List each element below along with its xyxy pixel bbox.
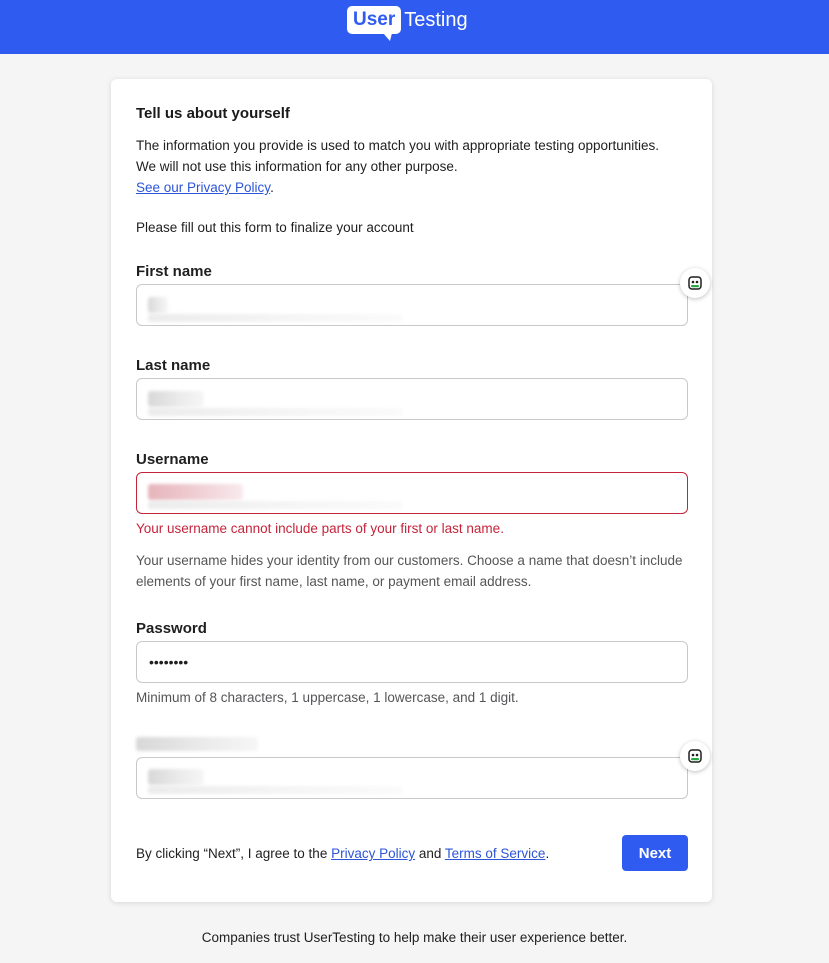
redacted-last-name-shadow <box>148 408 403 416</box>
signup-form-card: Tell us about yourself The information y… <box>111 79 712 902</box>
password-input[interactable] <box>136 641 688 683</box>
footer-tagline: Companies trust UserTesting to help make… <box>201 930 628 945</box>
username-help-text: Your username hides your identity from o… <box>136 553 683 589</box>
redacted-last-name <box>148 391 204 407</box>
agree-terms-link[interactable]: Terms of Service <box>445 846 546 861</box>
redacted-username-shadow <box>148 501 403 509</box>
password-help-text: Minimum of 8 characters, 1 uppercase, 1 … <box>136 690 519 705</box>
first-name-label: First name <box>136 263 212 280</box>
password-label: Password <box>136 620 207 637</box>
info-line-1: The information you provide is used to m… <box>136 138 660 153</box>
username-error-message: Your username cannot include parts of yo… <box>136 521 504 536</box>
username-label: Username <box>136 451 209 468</box>
privacy-line: See our Privacy Policy. <box>136 177 696 198</box>
fill-out-instruction: Please fill out this form to finalize yo… <box>136 220 414 235</box>
form-info-text: The information you provide is used to m… <box>136 135 696 198</box>
bot-face-icon <box>688 276 702 290</box>
agreement-text: By clicking “Next”, I agree to the Priva… <box>136 846 549 861</box>
agree-suffix: . <box>545 846 550 861</box>
top-header-bar: User Testing <box>0 0 829 54</box>
redacted-first-name <box>148 297 168 313</box>
agree-and: and <box>415 846 445 861</box>
assistant-bot-icon[interactable] <box>680 268 710 298</box>
form-heading: Tell us about yourself <box>136 105 290 122</box>
logo-user-badge: User <box>347 6 402 41</box>
next-button[interactable]: Next <box>622 835 688 871</box>
privacy-suffix: . <box>270 180 274 195</box>
bot-face-icon <box>688 749 702 763</box>
logo-testing-text: Testing <box>404 9 468 31</box>
info-line-2: We will not use this information for any… <box>136 159 458 174</box>
usertesting-logo[interactable]: User Testing <box>347 5 468 41</box>
redacted-username <box>148 484 243 500</box>
redacted-zip-shadow <box>148 786 403 794</box>
privacy-policy-link[interactable]: See our Privacy Policy <box>136 180 270 195</box>
assistant-bot-icon[interactable] <box>680 741 710 771</box>
agree-prefix: By clicking “Next”, I agree to the <box>136 846 332 861</box>
redacted-first-name-shadow <box>148 314 403 322</box>
last-name-label: Last name <box>136 357 211 374</box>
redacted-zip <box>148 769 204 785</box>
redacted-zip-label <box>136 737 258 751</box>
agree-privacy-link[interactable]: Privacy Policy <box>331 846 415 861</box>
